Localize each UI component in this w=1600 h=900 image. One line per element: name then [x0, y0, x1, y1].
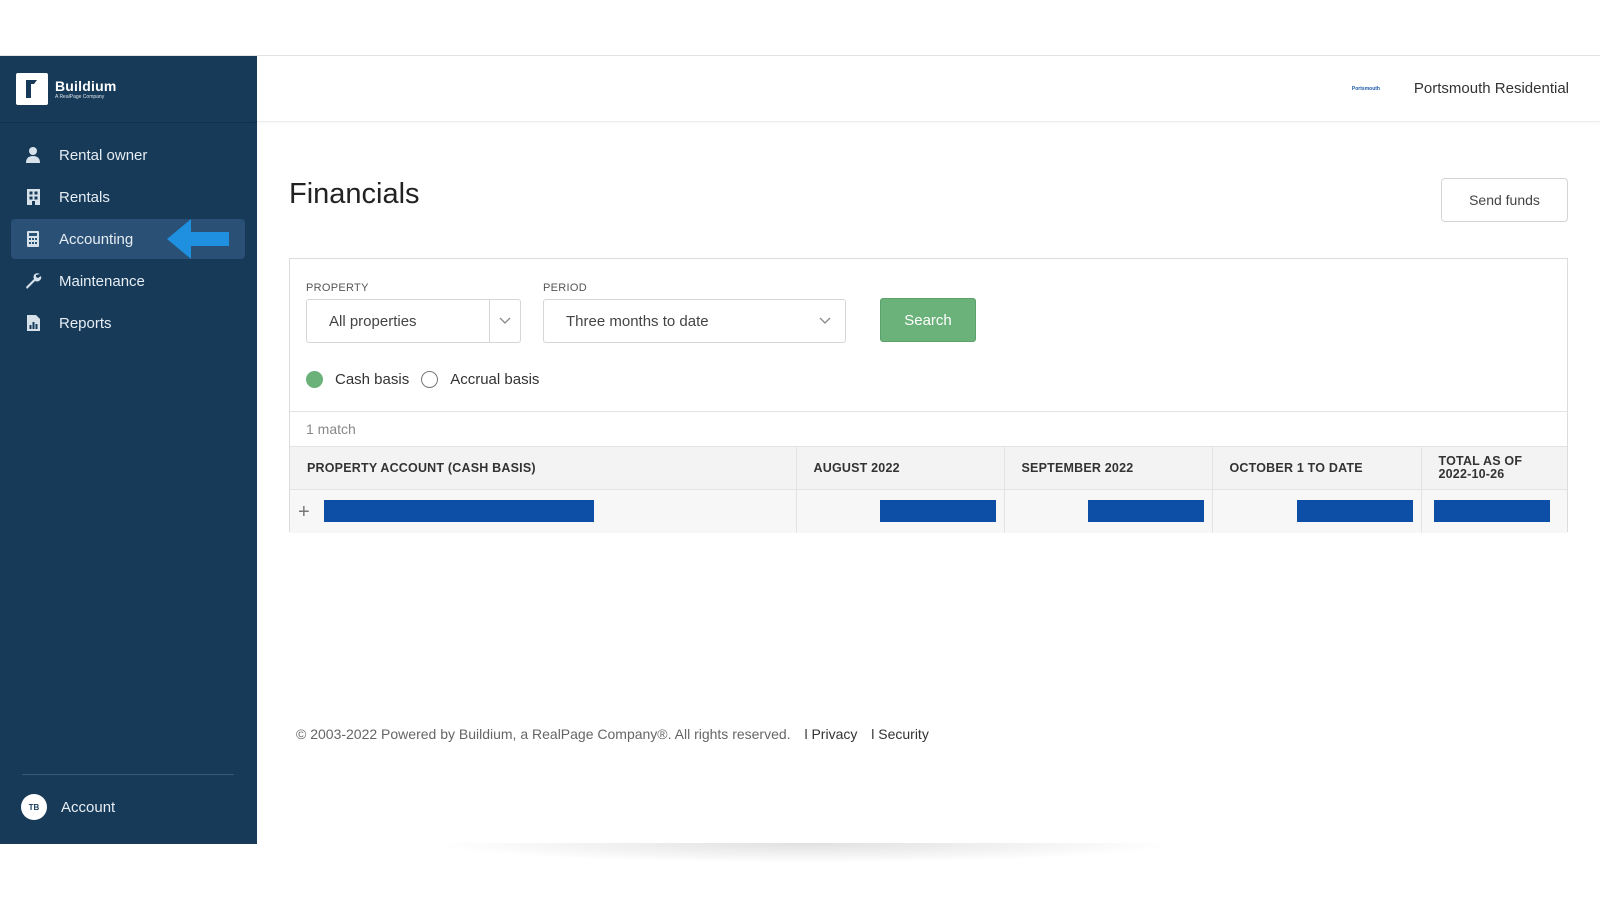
redacted-value: [1433, 500, 1550, 522]
column-header[interactable]: PROPERTY ACCOUNT (CASH BASIS): [290, 446, 797, 490]
search-button[interactable]: Search: [880, 298, 976, 342]
period-select-value: Three months to date: [566, 312, 709, 330]
column-header[interactable]: OCTOBER 1 TO DATE: [1212, 446, 1422, 490]
brand-name: Buildium: [55, 77, 117, 94]
org-logo-text: Portsmouth: [1351, 85, 1380, 92]
send-funds-button[interactable]: Send funds: [1441, 178, 1568, 222]
security-link[interactable]: l Security: [871, 726, 929, 742]
cash-basis-label[interactable]: Cash basis: [335, 371, 409, 388]
page-footer: © 2003-2022 Powered by Buildium, a RealP…: [296, 726, 929, 742]
property-select[interactable]: All properties: [306, 299, 521, 343]
table-row[interactable]: +: [290, 489, 1567, 533]
org-switcher[interactable]: Portsmouth Portsmouth Residential: [1352, 80, 1569, 97]
sidebar-item-label: Rental owner: [59, 146, 148, 164]
report-icon: [23, 313, 43, 333]
redacted-value: [324, 500, 594, 522]
match-count: 1 match: [290, 411, 1567, 446]
sidebar-item-rentals[interactable]: Rentals: [11, 177, 245, 217]
amount-cell: [1004, 489, 1213, 533]
calculator-icon: [23, 229, 43, 249]
amount-cell: [796, 489, 1005, 533]
column-header[interactable]: SEPTEMBER 2022: [1004, 446, 1213, 490]
avatar: TB: [21, 794, 47, 820]
cash-basis-radio[interactable]: [306, 371, 323, 388]
financials-panel: PROPERTY All properties PERIOD Three mon…: [289, 258, 1568, 533]
redacted-value: [1087, 500, 1204, 522]
sidebar-divider: [22, 774, 234, 775]
account-cell: +: [290, 489, 797, 533]
sidebar: Buildium A RealPage Company Rental owner…: [0, 56, 257, 844]
column-header[interactable]: TOTAL AS OF 2022-10-26: [1421, 446, 1567, 490]
app-frame: Buildium A RealPage Company Rental owner…: [0, 55, 1600, 863]
redacted-value: [879, 500, 996, 522]
pointer-arrow-icon: [165, 217, 231, 265]
accrual-basis-radio[interactable]: [421, 371, 439, 388]
chevron-down-icon: [805, 317, 845, 325]
copyright-text: © 2003-2022 Powered by Buildium, a RealP…: [296, 726, 791, 742]
sidebar-item-maintenance[interactable]: Maintenance: [11, 261, 245, 301]
property-select-value: All properties: [329, 312, 417, 330]
org-name: Portsmouth Residential: [1413, 80, 1569, 97]
privacy-link[interactable]: l Privacy: [804, 726, 857, 742]
period-label: PERIOD: [543, 282, 587, 294]
column-header[interactable]: AUGUST 2022: [796, 446, 1005, 490]
page-title: Financials: [289, 178, 420, 210]
sidebar-item-reports[interactable]: Reports: [11, 303, 245, 343]
accrual-basis-label[interactable]: Accrual basis: [450, 371, 539, 388]
match-count-text: 1 match: [306, 421, 356, 437]
sidebar-item-label: Maintenance: [59, 272, 145, 290]
property-label: PROPERTY: [306, 282, 369, 294]
sidebar-item-label: Rentals: [59, 188, 110, 206]
basis-radio-group: Cash basis Accrual basis: [306, 371, 539, 388]
sidebar-item-label: Accounting: [59, 230, 134, 248]
financials-table: PROPERTY ACCOUNT (CASH BASIS) AUGUST 202…: [290, 446, 1567, 533]
brand-logo[interactable]: Buildium A RealPage Company: [0, 56, 257, 123]
sidebar-item-accounting[interactable]: Accounting: [11, 219, 245, 259]
bottom-shadow: [430, 843, 1180, 863]
org-logo: Portsmouth: [1352, 84, 1390, 94]
wrench-icon: [23, 271, 43, 291]
person-icon: [23, 145, 43, 165]
expand-plus-icon[interactable]: +: [298, 502, 310, 522]
sidebar-nav: Rental owner Rentals Accounting Maintena…: [0, 123, 257, 343]
redacted-value: [1296, 500, 1413, 522]
building-icon: [23, 187, 43, 207]
buildium-logo-icon: [16, 73, 48, 105]
account-label: Account: [61, 798, 116, 816]
sidebar-item-rental-owner[interactable]: Rental owner: [11, 135, 245, 175]
amount-cell: [1212, 489, 1422, 533]
sidebar-item-label: Reports: [59, 314, 112, 332]
table-header-row: PROPERTY ACCOUNT (CASH BASIS) AUGUST 202…: [290, 446, 1567, 490]
account-menu[interactable]: TB Account: [21, 794, 115, 820]
chevron-down-icon: [489, 300, 520, 342]
period-select[interactable]: Three months to date: [543, 299, 846, 343]
brand-sub: A RealPage Company: [55, 93, 105, 100]
amount-cell: [1421, 489, 1567, 533]
top-header: Portsmouth Portsmouth Residential: [257, 56, 1600, 122]
